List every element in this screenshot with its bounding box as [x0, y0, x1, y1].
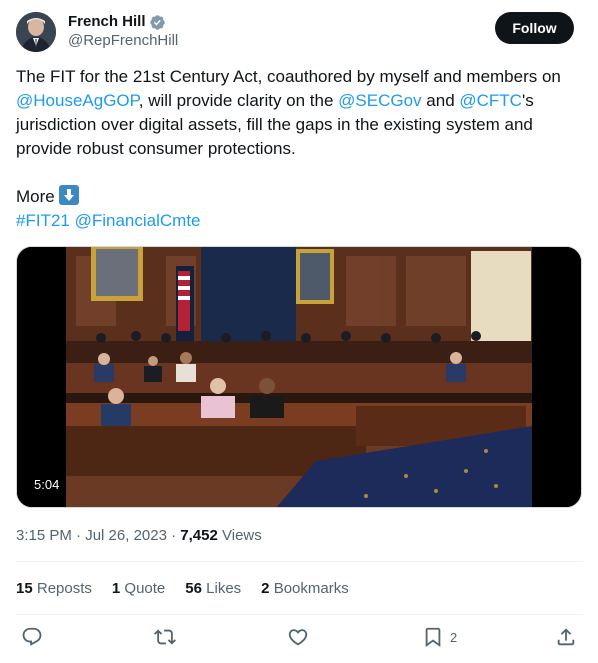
tweet-paragraph: The FIT for the 21st Century Act, coauth…	[16, 65, 582, 161]
video-thumbnail	[17, 247, 581, 507]
repost-button[interactable]	[154, 626, 176, 648]
more-text: More	[16, 187, 60, 206]
bookmarks-count: 2	[261, 580, 270, 597]
quotes-count: 1	[111, 580, 121, 597]
views-label: Views	[222, 527, 262, 544]
engagement-stats: 15 Reposts 1 Quote 56 Likes 2 Bookmarks	[16, 579, 369, 599]
avatar[interactable]	[16, 12, 56, 52]
view-count: 7,452	[180, 527, 218, 544]
tweet-more-line: More	[16, 185, 582, 209]
reposts-label: Reposts	[36, 580, 92, 597]
share-icon	[557, 628, 575, 646]
likes-label: Likes	[206, 580, 242, 597]
tweet-text-segment: , will provide clarity on the	[138, 91, 339, 110]
bookmark-button[interactable]: 2	[422, 626, 457, 648]
verified-badge-icon	[149, 14, 165, 30]
bookmark-count: 2	[450, 629, 458, 645]
hashtag-link[interactable]: #FIT21	[16, 211, 70, 230]
mention-link[interactable]: @FinancialCmte	[75, 211, 201, 230]
tweet-time[interactable]: 3:15 PM	[16, 527, 72, 544]
quotes-label: Quote	[124, 580, 166, 597]
share-button[interactable]	[555, 626, 577, 648]
tweet-date[interactable]: Jul 26, 2023	[85, 527, 167, 544]
author-name[interactable]: French Hill	[68, 13, 166, 31]
follow-button[interactable]: Follow	[495, 12, 574, 44]
video-player[interactable]: 5:04	[16, 246, 582, 508]
down-arrow-emoji-icon	[59, 185, 80, 205]
separator: ·	[166, 527, 181, 544]
bookmarks-label: Bookmarks	[273, 580, 349, 597]
repost-icon	[154, 629, 176, 645]
reply-button[interactable]	[21, 626, 43, 648]
author-handle[interactable]: @RepFrenchHill	[68, 31, 178, 51]
tweet-text-segment: and	[421, 91, 460, 110]
separator: ·	[71, 527, 86, 544]
avatar-photo	[16, 12, 56, 52]
like-icon	[288, 629, 308, 646]
action-bar: 2	[16, 626, 582, 652]
divider	[16, 561, 582, 562]
likes-count: 56	[185, 580, 202, 597]
reposts-count: 15	[16, 580, 33, 597]
bookmark-icon	[425, 627, 441, 648]
tweet-header: French Hill @RepFrenchHill Follow	[16, 12, 574, 54]
reply-icon	[22, 627, 42, 646]
quotes-stat[interactable]: 1 Quote	[112, 579, 165, 599]
video-duration: 5:04	[28, 474, 66, 495]
tweet-text-segment: The FIT for the 21st Century Act, coauth…	[16, 67, 561, 86]
author-display-name[interactable]: French Hill	[68, 13, 146, 31]
mention-link[interactable]: @CFTC	[459, 91, 522, 110]
tweet-tags-line: #FIT21 @FinancialCmte	[16, 209, 582, 233]
reposts-stat[interactable]: 15 Reposts	[16, 579, 92, 599]
tweet-meta: 3:15 PM · Jul 26, 2023 · 7,452 Views	[16, 526, 262, 546]
bookmarks-stat[interactable]: 2 Bookmarks	[261, 579, 349, 599]
divider	[16, 614, 582, 615]
likes-stat[interactable]: 56 Likes	[185, 579, 241, 599]
tweet-text: The FIT for the 21st Century Act, coauth…	[16, 65, 582, 233]
mention-link[interactable]: @HouseAgGOP	[16, 91, 139, 110]
like-button[interactable]	[287, 626, 309, 648]
mention-link[interactable]: @SECGov	[338, 91, 421, 110]
